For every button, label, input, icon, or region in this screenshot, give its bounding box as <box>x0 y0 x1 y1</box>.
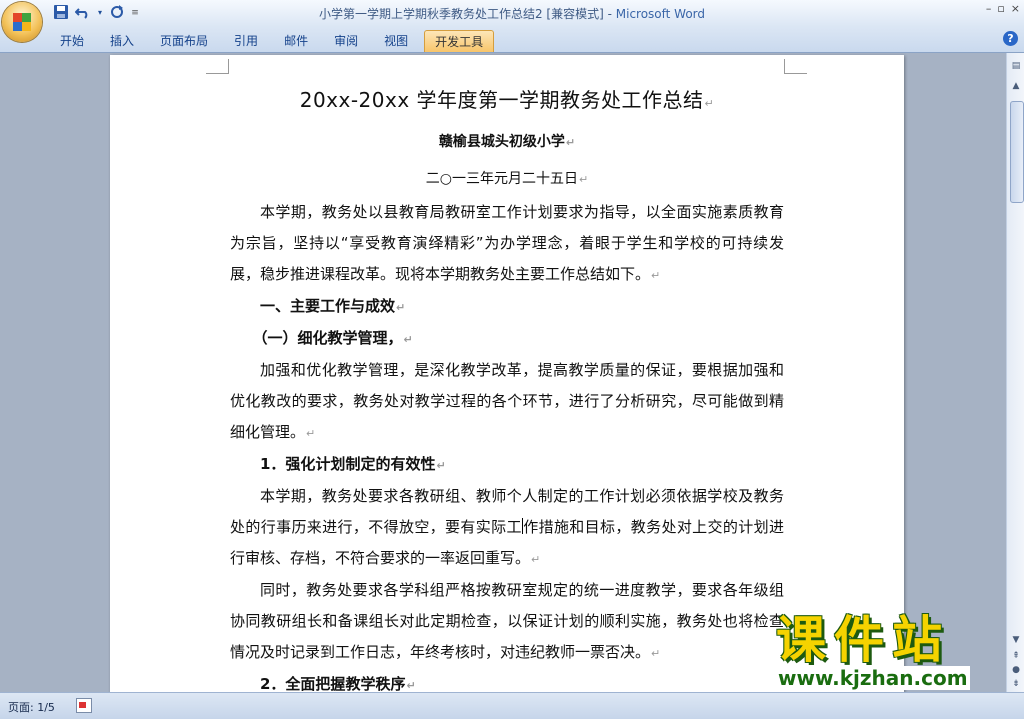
doc-school: 赣榆县城头初级小学↵ <box>438 134 576 150</box>
scroll-thumb[interactable] <box>1010 101 1024 203</box>
heading-plan-effectiveness: 1．强化计划制定的有效性↵ <box>260 455 446 473</box>
margin-corner-top-left <box>206 59 229 74</box>
doc-title: 20xx-20xx 学年度第一学期教务处工作总结↵ <box>299 88 715 112</box>
ruler-toggle-icon[interactable]: ▤ <box>1009 59 1023 73</box>
margin-corner-top-right <box>784 59 807 74</box>
minimize-icon[interactable]: – <box>986 2 992 15</box>
scroll-up-icon[interactable]: ▲ <box>1009 79 1023 93</box>
tab-developer[interactable]: 开发工具 <box>424 30 495 52</box>
ribbon-tab-row: 开始 插入 页面布局 引用 邮件 审阅 视图 开发工具 ? <box>0 27 1024 53</box>
window-controls: – ▫ × <box>986 2 1020 15</box>
page-indicator[interactable]: 页面: 1/5 <box>8 699 55 715</box>
window-title: 小学第一学期上学期秋季教务处工作总结2 [兼容模式] - Microsoft W… <box>0 5 1024 22</box>
office-logo-icon <box>13 13 31 31</box>
heading-teaching-order: 2．全面把握教学秩序↵ <box>260 675 416 692</box>
heading-teaching-management: （一）细化教学管理，↵ <box>252 329 413 347</box>
app-name: Microsoft Word <box>615 7 706 21</box>
watermark: 课件站 www.kjzhan.com <box>776 612 1006 690</box>
paragraph-plan: 本学期，教务处要求各教研组、教师个人制定的工作计划必须依据学校及教务处的行事历来… <box>230 487 784 567</box>
browse-object-icon[interactable]: ● <box>1009 663 1023 677</box>
tab-mailings[interactable]: 邮件 <box>274 30 318 52</box>
heading-main-work: 一、主要工作与成效↵ <box>260 297 406 315</box>
watermark-url: www.kjzhan.com <box>776 666 970 690</box>
paragraph-management: 加强和优化教学管理，是深化教学改革，提高教学质量的保证，要根据加强和优化教改的要… <box>230 361 784 441</box>
vertical-scrollbar[interactable]: ▤ ▲ ▼ ⇞ ● ⇟ <box>1006 53 1024 692</box>
document-page[interactable]: 20xx-20xx 学年度第一学期教务处工作总结↵ 赣榆县城头初级小学↵ 二○一… <box>110 55 904 692</box>
paragraph-progress: 同时，教务处要求各学科组严格按教研室规定的统一进度教学，要求各年级组协同教研组长… <box>230 581 784 661</box>
tab-page-layout[interactable]: 页面布局 <box>150 30 218 52</box>
office-button[interactable] <box>2 2 42 42</box>
restore-icon[interactable]: ▫ <box>997 2 1004 15</box>
paragraph-intro: 本学期，教务处以县教育局教研室工作计划要求为指导，以全面实施素质教育为宗旨，坚持… <box>230 203 784 283</box>
document-body[interactable]: 20xx-20xx 学年度第一学期教务处工作总结↵ 赣榆县城头初级小学↵ 二○一… <box>230 77 784 692</box>
next-page-icon[interactable]: ⇟ <box>1009 677 1023 691</box>
document-title: 小学第一学期上学期秋季教务处工作总结2 [兼容模式] - <box>318 7 616 21</box>
tab-review[interactable]: 审阅 <box>324 30 368 52</box>
tab-insert[interactable]: 插入 <box>100 30 144 52</box>
title-bar: ▾ ≡ 小学第一学期上学期秋季教务处工作总结2 [兼容模式] - Microso… <box>0 0 1024 27</box>
document-workspace: 20xx-20xx 学年度第一学期教务处工作总结↵ 赣榆县城头初级小学↵ 二○一… <box>0 53 1006 692</box>
scroll-down-icon[interactable]: ▼ <box>1009 633 1023 647</box>
status-bar: 页面: 1/5 <box>0 692 1024 719</box>
close-icon[interactable]: × <box>1011 2 1020 15</box>
watermark-logo-text: 课件站 <box>776 611 950 669</box>
help-icon[interactable]: ? <box>1003 31 1018 46</box>
tab-view[interactable]: 视图 <box>374 30 418 52</box>
ribbon-tabs: 开始 插入 页面布局 引用 邮件 审阅 视图 开发工具 <box>50 30 500 52</box>
previous-page-icon[interactable]: ⇞ <box>1009 649 1023 663</box>
doc-date: 二○一三年元月二十五日↵ <box>425 171 589 187</box>
tab-references[interactable]: 引用 <box>224 30 268 52</box>
proofing-icon[interactable] <box>76 698 92 713</box>
tab-home[interactable]: 开始 <box>50 30 94 52</box>
